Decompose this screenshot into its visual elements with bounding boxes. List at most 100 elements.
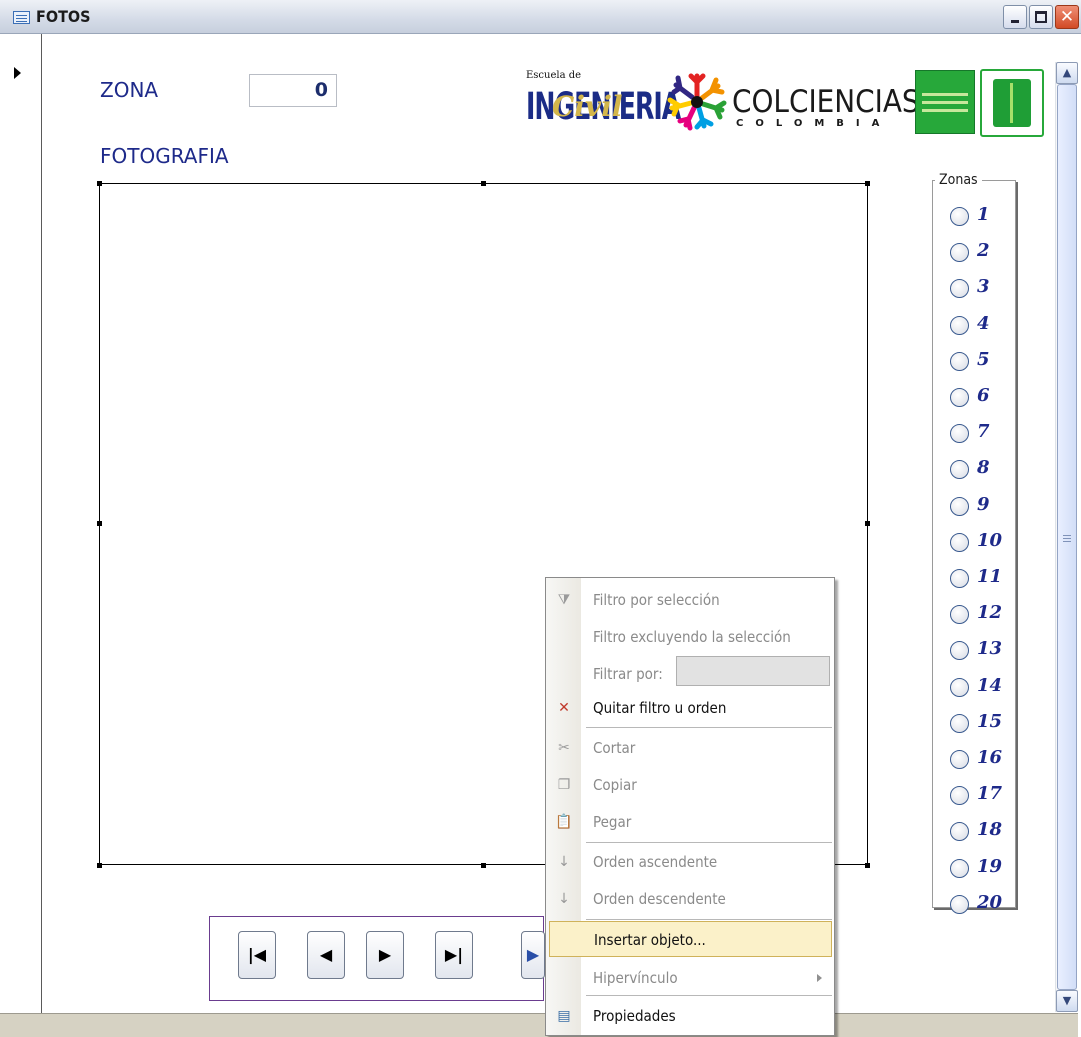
zona-option-label: 12 [977, 602, 1003, 624]
next-record-button[interactable]: ▶ [366, 931, 404, 979]
zona-option[interactable]: 14 [950, 675, 1020, 705]
radio-button[interactable] [950, 750, 969, 769]
zona-option[interactable]: 19 [950, 856, 1020, 886]
radio-button[interactable] [950, 279, 969, 299]
maximize-icon [1035, 11, 1047, 23]
sort-descending-icon: ↓ [558, 891, 570, 907]
menu-item-insertar-objeto[interactable]: Insertar objeto... [549, 921, 832, 957]
menu-item-filtro-seleccion[interactable]: ⧩ Filtro por selección [546, 582, 834, 618]
first-record-icon: |◀ [247, 945, 267, 964]
previous-record-button[interactable]: ◀ [307, 931, 345, 979]
status-bar-left [0, 1013, 43, 1037]
menu-item-cortar[interactable]: ✂ Cortar [546, 730, 834, 766]
new-record-icon: ▶ [526, 945, 540, 964]
menu-item-pegar[interactable]: 📋 Pegar [546, 804, 834, 840]
fotografia-label: FOTOGRAFIA [100, 144, 229, 168]
radio-button[interactable] [950, 424, 969, 444]
zona-option-label: 4 [977, 312, 990, 334]
last-record-icon: ▶| [444, 945, 464, 964]
first-record-button[interactable]: |◀ [238, 931, 276, 979]
zona-option[interactable]: 7 [950, 421, 1020, 451]
last-record-button[interactable]: ▶| [435, 931, 473, 979]
zona-option-label: 14 [977, 674, 1003, 696]
window-titlebar: FOTOS ✕ [0, 0, 1081, 34]
zona-option[interactable]: 9 [950, 494, 1020, 524]
menu-item-propiedades[interactable]: ▤ Propiedades [546, 998, 834, 1034]
menu-separator [586, 727, 832, 728]
radio-button[interactable] [950, 822, 969, 842]
radio-button[interactable] [950, 605, 969, 625]
menu-item-orden-descendente[interactable]: ↓ Orden descendente [546, 881, 834, 917]
resize-handle[interactable] [97, 521, 102, 526]
zona-option-label: 17 [977, 783, 1003, 805]
resize-handle[interactable] [865, 181, 870, 186]
zona-option[interactable]: 18 [950, 819, 1020, 849]
zona-option[interactable]: 17 [950, 783, 1020, 813]
radio-button[interactable] [950, 569, 969, 588]
zona-option[interactable]: 12 [950, 602, 1020, 632]
radio-button[interactable] [950, 786, 969, 806]
radio-button[interactable] [950, 207, 969, 226]
radio-button[interactable] [950, 496, 969, 516]
window-title: FOTOS [36, 7, 91, 26]
zona-option[interactable]: 16 [950, 747, 1020, 777]
zona-option[interactable]: 8 [950, 457, 1020, 487]
radio-button[interactable] [950, 351, 969, 371]
radio-button[interactable] [950, 641, 969, 661]
filtrar-por-input[interactable] [676, 656, 830, 686]
zona-option-label: 15 [977, 710, 1003, 732]
zona-option[interactable]: 4 [950, 313, 1020, 343]
scroll-thumb[interactable] [1057, 84, 1077, 990]
form-icon [13, 11, 30, 24]
new-record-button[interactable]: ▶ [521, 931, 545, 979]
resize-handle[interactable] [481, 181, 486, 186]
resize-handle[interactable] [481, 863, 486, 868]
zona-option-label: 13 [977, 638, 1003, 660]
radio-button[interactable] [950, 894, 969, 914]
menu-item-filtro-excluyendo[interactable]: Filtro excluyendo la selección [546, 619, 834, 655]
menu-item-orden-ascendente[interactable]: ↓ Orden ascendente [546, 844, 834, 880]
menu-item-hipervinculo[interactable]: Hipervínculo [546, 960, 834, 996]
radio-button[interactable] [950, 460, 969, 480]
close-icon: ✕ [1059, 7, 1075, 27]
vertical-scrollbar[interactable]: ▲ ▼ [1055, 62, 1078, 1012]
zona-option[interactable]: 5 [950, 349, 1020, 379]
zona-field[interactable]: 0 [249, 74, 337, 107]
zona-option-label: 7 [977, 421, 990, 443]
record-selector[interactable] [0, 34, 42, 1023]
institution-green-logo [915, 70, 975, 134]
zona-label: ZONA [100, 78, 159, 102]
scroll-up-button[interactable]: ▲ [1056, 62, 1078, 84]
radio-button[interactable] [950, 858, 969, 878]
remove-filter-icon: ✕ [558, 700, 570, 716]
minimize-button[interactable] [1003, 5, 1027, 29]
scroll-down-button[interactable]: ▼ [1056, 990, 1078, 1012]
zona-option[interactable]: 6 [950, 385, 1020, 415]
zona-option[interactable]: 3 [950, 276, 1020, 306]
radio-button[interactable] [950, 388, 969, 407]
institution-green-emblem-logo [980, 69, 1044, 137]
resize-handle[interactable] [865, 863, 870, 868]
zona-option[interactable]: 2 [950, 240, 1020, 270]
zona-option-label: 8 [977, 457, 990, 479]
radio-button[interactable] [950, 532, 969, 552]
zona-option[interactable]: 20 [950, 892, 1020, 922]
zona-option-label: 18 [977, 819, 1003, 841]
zona-option[interactable]: 11 [950, 566, 1020, 596]
zona-option[interactable]: 10 [950, 530, 1020, 560]
zona-option[interactable]: 15 [950, 711, 1020, 741]
close-button[interactable]: ✕ [1055, 5, 1079, 29]
zona-option[interactable]: 1 [950, 204, 1020, 234]
radio-button[interactable] [950, 713, 969, 733]
radio-button[interactable] [950, 315, 969, 335]
resize-handle[interactable] [97, 181, 102, 186]
radio-button[interactable] [950, 243, 969, 263]
menu-item-quitar-filtro[interactable]: ✕ Quitar filtro u orden [546, 690, 834, 726]
resize-handle[interactable] [97, 863, 102, 868]
zona-option[interactable]: 13 [950, 638, 1020, 668]
maximize-button[interactable] [1029, 5, 1053, 29]
resize-handle[interactable] [865, 521, 870, 526]
zona-option-label: 20 [977, 891, 1003, 913]
menu-item-copiar[interactable]: ❐ Copiar [546, 767, 834, 803]
radio-button[interactable] [950, 677, 969, 697]
